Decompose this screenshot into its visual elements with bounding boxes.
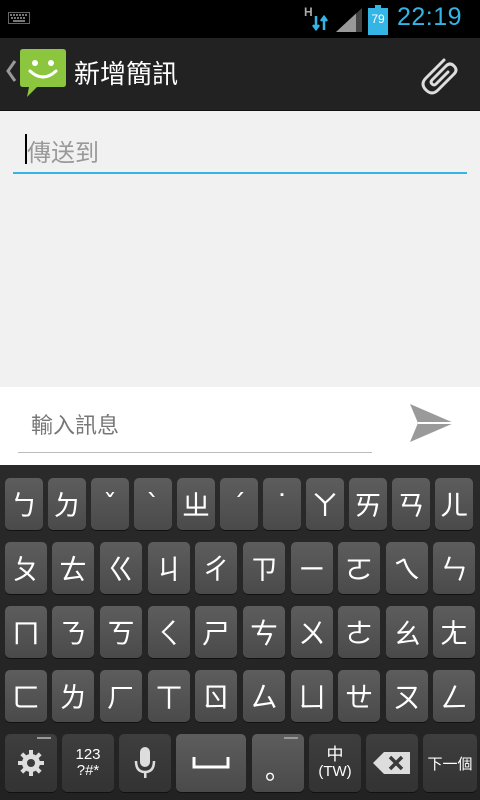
key[interactable]: ㄋ [52,606,94,658]
key[interactable]: ㄜ [338,606,380,658]
signal-strength-icon [336,8,362,32]
key[interactable]: ㄡ [386,670,428,722]
keyboard-icon [8,12,30,24]
key[interactable]: ㄆ [5,542,47,594]
key[interactable]: ㄒ [148,670,190,722]
space-key[interactable] [176,734,246,792]
key[interactable]: ㄏ [100,670,142,722]
key[interactable]: ㄍ [100,542,142,594]
key[interactable]: ㄎ [100,606,142,658]
key[interactable]: ㄊ [52,542,94,594]
key[interactable]: ㄉ [48,478,86,530]
zhuyin-keyboard: ㄅ ㄉ ˇ ˋ ㄓ ˊ ˙ ㄚ ㄞ ㄢ ㄦ ㄆ ㄊ ㄍ ㄐ ㄔ ㄗ ㄧ ㄛ ㄟ … [0,465,480,800]
key[interactable]: ㄧ [291,542,333,594]
mobile-data-icon: H [304,5,330,32]
action-bar [0,38,480,111]
period-label: 。 [264,755,291,786]
long-press-hint [284,737,298,739]
key[interactable]: ㄕ [195,606,237,658]
key[interactable]: ㄤ [433,606,475,658]
key[interactable]: ㄠ [386,606,428,658]
messaging-app-icon[interactable] [19,47,67,99]
page-title: 新增簡訊 [74,60,179,90]
key[interactable]: ㄟ [386,542,428,594]
microphone-icon [134,747,156,778]
symbols-key[interactable]: 123 ?#* [62,734,114,792]
key[interactable]: ㄐ [148,542,190,594]
key[interactable]: ㄝ [338,670,380,722]
key[interactable]: ㄖ [195,670,237,722]
space-bar-icon [192,757,230,769]
backspace-key[interactable] [366,734,418,792]
message-placeholder: 輸入訊息 [31,414,120,439]
period-key[interactable]: 。 [252,734,304,792]
next-key[interactable]: 下一個 [423,734,477,792]
key[interactable]: ˋ [134,478,172,530]
settings-key[interactable] [5,734,57,792]
key[interactable]: ㄩ [291,670,333,722]
battery-level: 79 [371,12,385,26]
key[interactable]: ㄌ [52,670,94,722]
symbols-label-line1: 123 [75,746,101,763]
gear-icon [18,750,44,776]
symbols-label-line2: ?#* [76,762,100,779]
key[interactable]: ㄚ [306,478,344,530]
send-icon[interactable] [408,402,456,444]
key[interactable]: ㄑ [148,606,190,658]
key[interactable]: ㄈ [5,670,47,722]
key[interactable]: ㄗ [243,542,285,594]
key[interactable]: ㄛ [338,542,380,594]
language-key[interactable]: 中 (TW) [309,734,361,792]
message-input[interactable]: 輸入訊息 [18,400,372,453]
key[interactable]: ˊ [220,478,258,530]
long-press-hint [37,737,51,739]
key[interactable]: ㄣ [433,542,475,594]
key[interactable]: ˇ [91,478,129,530]
language-label-line1: 中 [326,745,344,765]
key[interactable]: ㄦ [435,478,473,530]
key[interactable]: ㄞ [349,478,387,530]
next-label: 下一個 [427,754,473,773]
recipient-placeholder: 傳送到 [27,139,99,167]
language-label-line2: (TW) [318,763,352,780]
status-bar: H 79 22:19 [0,0,480,38]
paperclip-icon[interactable] [414,50,462,98]
backspace-icon [373,752,410,774]
key[interactable]: ㄇ [5,606,47,658]
voice-input-key[interactable] [119,734,171,792]
back-chevron-icon[interactable] [4,58,18,84]
clock: 22:19 [397,3,463,31]
key[interactable]: ˙ [263,478,301,530]
key[interactable]: ㄥ [433,670,475,722]
recipient-input[interactable]: 傳送到 [13,126,467,174]
key[interactable]: ㄘ [243,606,285,658]
key[interactable]: ㄨ [291,606,333,658]
key[interactable]: ㄢ [392,478,430,530]
key[interactable]: ㄔ [195,542,237,594]
key[interactable]: ㄅ [5,478,43,530]
key[interactable]: ㄓ [177,478,215,530]
key[interactable]: ㄙ [243,670,285,722]
